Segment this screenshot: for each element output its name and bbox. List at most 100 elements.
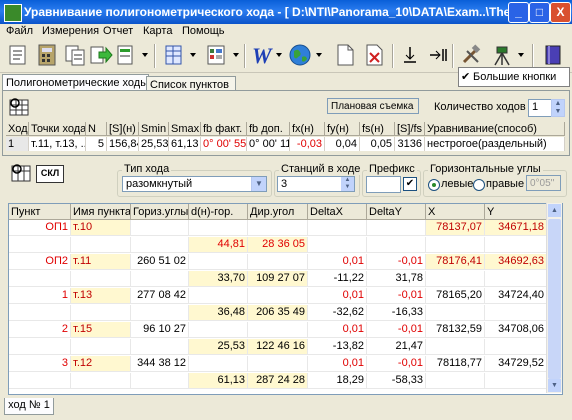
menu-map[interactable]: Карта — [143, 25, 172, 39]
theodolite-icon[interactable] — [490, 43, 514, 67]
minimize-button[interactable]: _ — [508, 2, 529, 23]
grid-cell-delta-x[interactable]: 0,01 — [308, 288, 367, 304]
export-arrow-icon[interactable] — [89, 43, 113, 67]
grid-cell-azimuth[interactable] — [248, 254, 308, 270]
scroll-down-icon[interactable]: ▼ — [548, 379, 561, 392]
grid-cell-x[interactable]: 78165,20 — [426, 288, 485, 304]
grid-cell-point[interactable] — [9, 237, 71, 253]
grid-cell-x[interactable] — [426, 339, 485, 355]
grid-cell-delta-x[interactable] — [308, 237, 367, 253]
grid-cell-horiz-angle[interactable]: 260 51 02 — [131, 254, 189, 270]
grid-cell-delta-y[interactable]: -16,33 — [367, 305, 426, 321]
menu-report[interactable]: Отчет — [103, 25, 133, 39]
grid-cell-distance[interactable]: 44,81 — [189, 237, 248, 253]
delete-document-icon[interactable] — [362, 43, 386, 67]
summary-cell-fx[interactable]: -0,03 — [290, 137, 325, 151]
grid-cell-y[interactable]: 34729,52 — [485, 356, 547, 372]
grid-cell-point-name[interactable] — [71, 271, 131, 287]
scroll-thumb[interactable] — [548, 219, 561, 379]
grid-cell-azimuth[interactable]: 122 46 16 — [248, 339, 308, 355]
grid-cell-azimuth[interactable]: 287 24 28 — [248, 373, 308, 389]
close-button[interactable]: X — [550, 2, 571, 23]
grid-cell-distance[interactable] — [189, 288, 248, 304]
grid-cell-azimuth[interactable]: 206 35 49 — [248, 305, 308, 321]
calculator-icon[interactable] — [35, 43, 59, 67]
menu-measurements[interactable]: Измерения — [42, 25, 99, 39]
menu-file[interactable]: Файл — [6, 25, 33, 39]
grid-cell-x[interactable] — [426, 305, 485, 321]
traverse-count-input[interactable]: 1 — [528, 99, 552, 117]
grid-cell-x[interactable]: 78137,07 — [426, 220, 485, 236]
grid-cell-y[interactable]: 34708,06 — [485, 322, 547, 338]
grid-cell-x[interactable] — [426, 271, 485, 287]
grid-cell-azimuth[interactable] — [248, 322, 308, 338]
summary-cell-sum-s[interactable]: 156,84 — [107, 137, 139, 151]
prefix-input[interactable] — [366, 176, 401, 193]
grid-cell-delta-x[interactable]: 0,01 — [308, 254, 367, 270]
grid-cell-point[interactable] — [9, 373, 71, 389]
summary-cell-smax[interactable]: 61,13 — [169, 137, 201, 151]
grid-cell-delta-x[interactable]: 18,29 — [308, 373, 367, 389]
new-document-icon[interactable] — [333, 43, 357, 67]
grid-cell-y[interactable]: 34671,18 — [485, 220, 547, 236]
grid-cell-point[interactable] — [9, 305, 71, 321]
grid-cell-delta-y[interactable]: 31,78 — [367, 271, 426, 287]
dropdown-arrow-icon[interactable] — [233, 53, 239, 57]
grid-scrollbar[interactable]: ▲ ▼ — [546, 203, 562, 393]
dropdown-arrow-icon[interactable] — [142, 53, 148, 57]
summary-cell-fb-allowed[interactable]: 0° 00' 11" — [247, 137, 290, 151]
grid-cell-point-name[interactable] — [71, 305, 131, 321]
grid-cell-point-name[interactable] — [71, 339, 131, 355]
grid-cell-point[interactable]: ОП1 — [9, 220, 71, 236]
grid-cell-distance[interactable] — [189, 220, 248, 236]
grid-cell-horiz-angle[interactable] — [131, 220, 189, 236]
tools-icon[interactable] — [459, 43, 483, 67]
maximize-button[interactable]: □ — [529, 2, 550, 23]
grid-cell-point-name[interactable]: т.11 — [71, 254, 131, 270]
dropdown-arrow-icon[interactable] — [518, 53, 524, 57]
grid-cell-distance[interactable]: 33,70 — [189, 271, 248, 287]
grid-cell-delta-x[interactable]: 0,01 — [308, 322, 367, 338]
grid-cell-azimuth[interactable] — [248, 288, 308, 304]
grid-cell-delta-x[interactable] — [308, 220, 367, 236]
grid-cell-horiz-angle[interactable] — [131, 339, 189, 355]
dropdown-arrow-icon[interactable] — [316, 53, 322, 57]
traverse-type-select[interactable]: разомкнутый ▼ — [122, 176, 267, 192]
grid-cell-x[interactable]: 78118,77 — [426, 356, 485, 372]
grid-cell-x[interactable] — [426, 373, 485, 389]
grid-cell-x[interactable]: 78132,59 — [426, 322, 485, 338]
grid-cell-point-name[interactable]: т.15 — [71, 322, 131, 338]
globe-icon[interactable] — [288, 43, 312, 67]
grid-cell-delta-x[interactable]: -32,62 — [308, 305, 367, 321]
summary-cell-n[interactable]: 5 — [86, 137, 107, 151]
grid-cell-horiz-angle[interactable]: 277 08 42 — [131, 288, 189, 304]
right-angles-radio[interactable] — [473, 179, 485, 191]
grid-cell-azimuth[interactable] — [248, 356, 308, 372]
grid-cell-delta-y[interactable] — [367, 220, 426, 236]
skl-icon[interactable]: СКЛ — [36, 165, 64, 183]
book-icon[interactable] — [541, 43, 565, 67]
traverse-count-spinner[interactable]: ▲ ▼ — [551, 99, 565, 117]
grid-cell-y[interactable] — [485, 237, 547, 253]
grid-cell-point-name[interactable] — [71, 373, 131, 389]
grid-cell-distance[interactable]: 36,48 — [189, 305, 248, 321]
align-right-icon[interactable] — [426, 43, 450, 67]
grid-cell-delta-y[interactable]: -0,01 — [367, 356, 426, 372]
grid-cell-delta-x[interactable]: -13,82 — [308, 339, 367, 355]
grid-cell-y[interactable]: 34692,63 — [485, 254, 547, 270]
summary-cell-adjustment[interactable]: нестрогое(раздельный) — [425, 137, 565, 151]
traverse-view-icon[interactable] — [10, 162, 32, 184]
grid-cell-point[interactable] — [9, 271, 71, 287]
prefix-checkbox[interactable]: ✔ — [403, 177, 417, 191]
dropdown-arrow-icon[interactable] — [190, 53, 196, 57]
align-down-icon[interactable] — [398, 43, 422, 67]
summary-cell-points[interactable]: т.11, т.13, ... — [29, 137, 86, 151]
grid-cell-y[interactable] — [485, 339, 547, 355]
chevron-down-icon[interactable]: ▼ — [251, 177, 266, 191]
grid-cell-point[interactable]: 2 — [9, 322, 71, 338]
grid-cell-delta-x[interactable]: -11,22 — [308, 271, 367, 287]
grid-cell-delta-y[interactable]: -58,33 — [367, 373, 426, 389]
grid-cell-horiz-angle[interactable]: 344 38 12 — [131, 356, 189, 372]
grid-cell-azimuth[interactable]: 109 27 07 — [248, 271, 308, 287]
grid-cell-y[interactable] — [485, 373, 547, 389]
